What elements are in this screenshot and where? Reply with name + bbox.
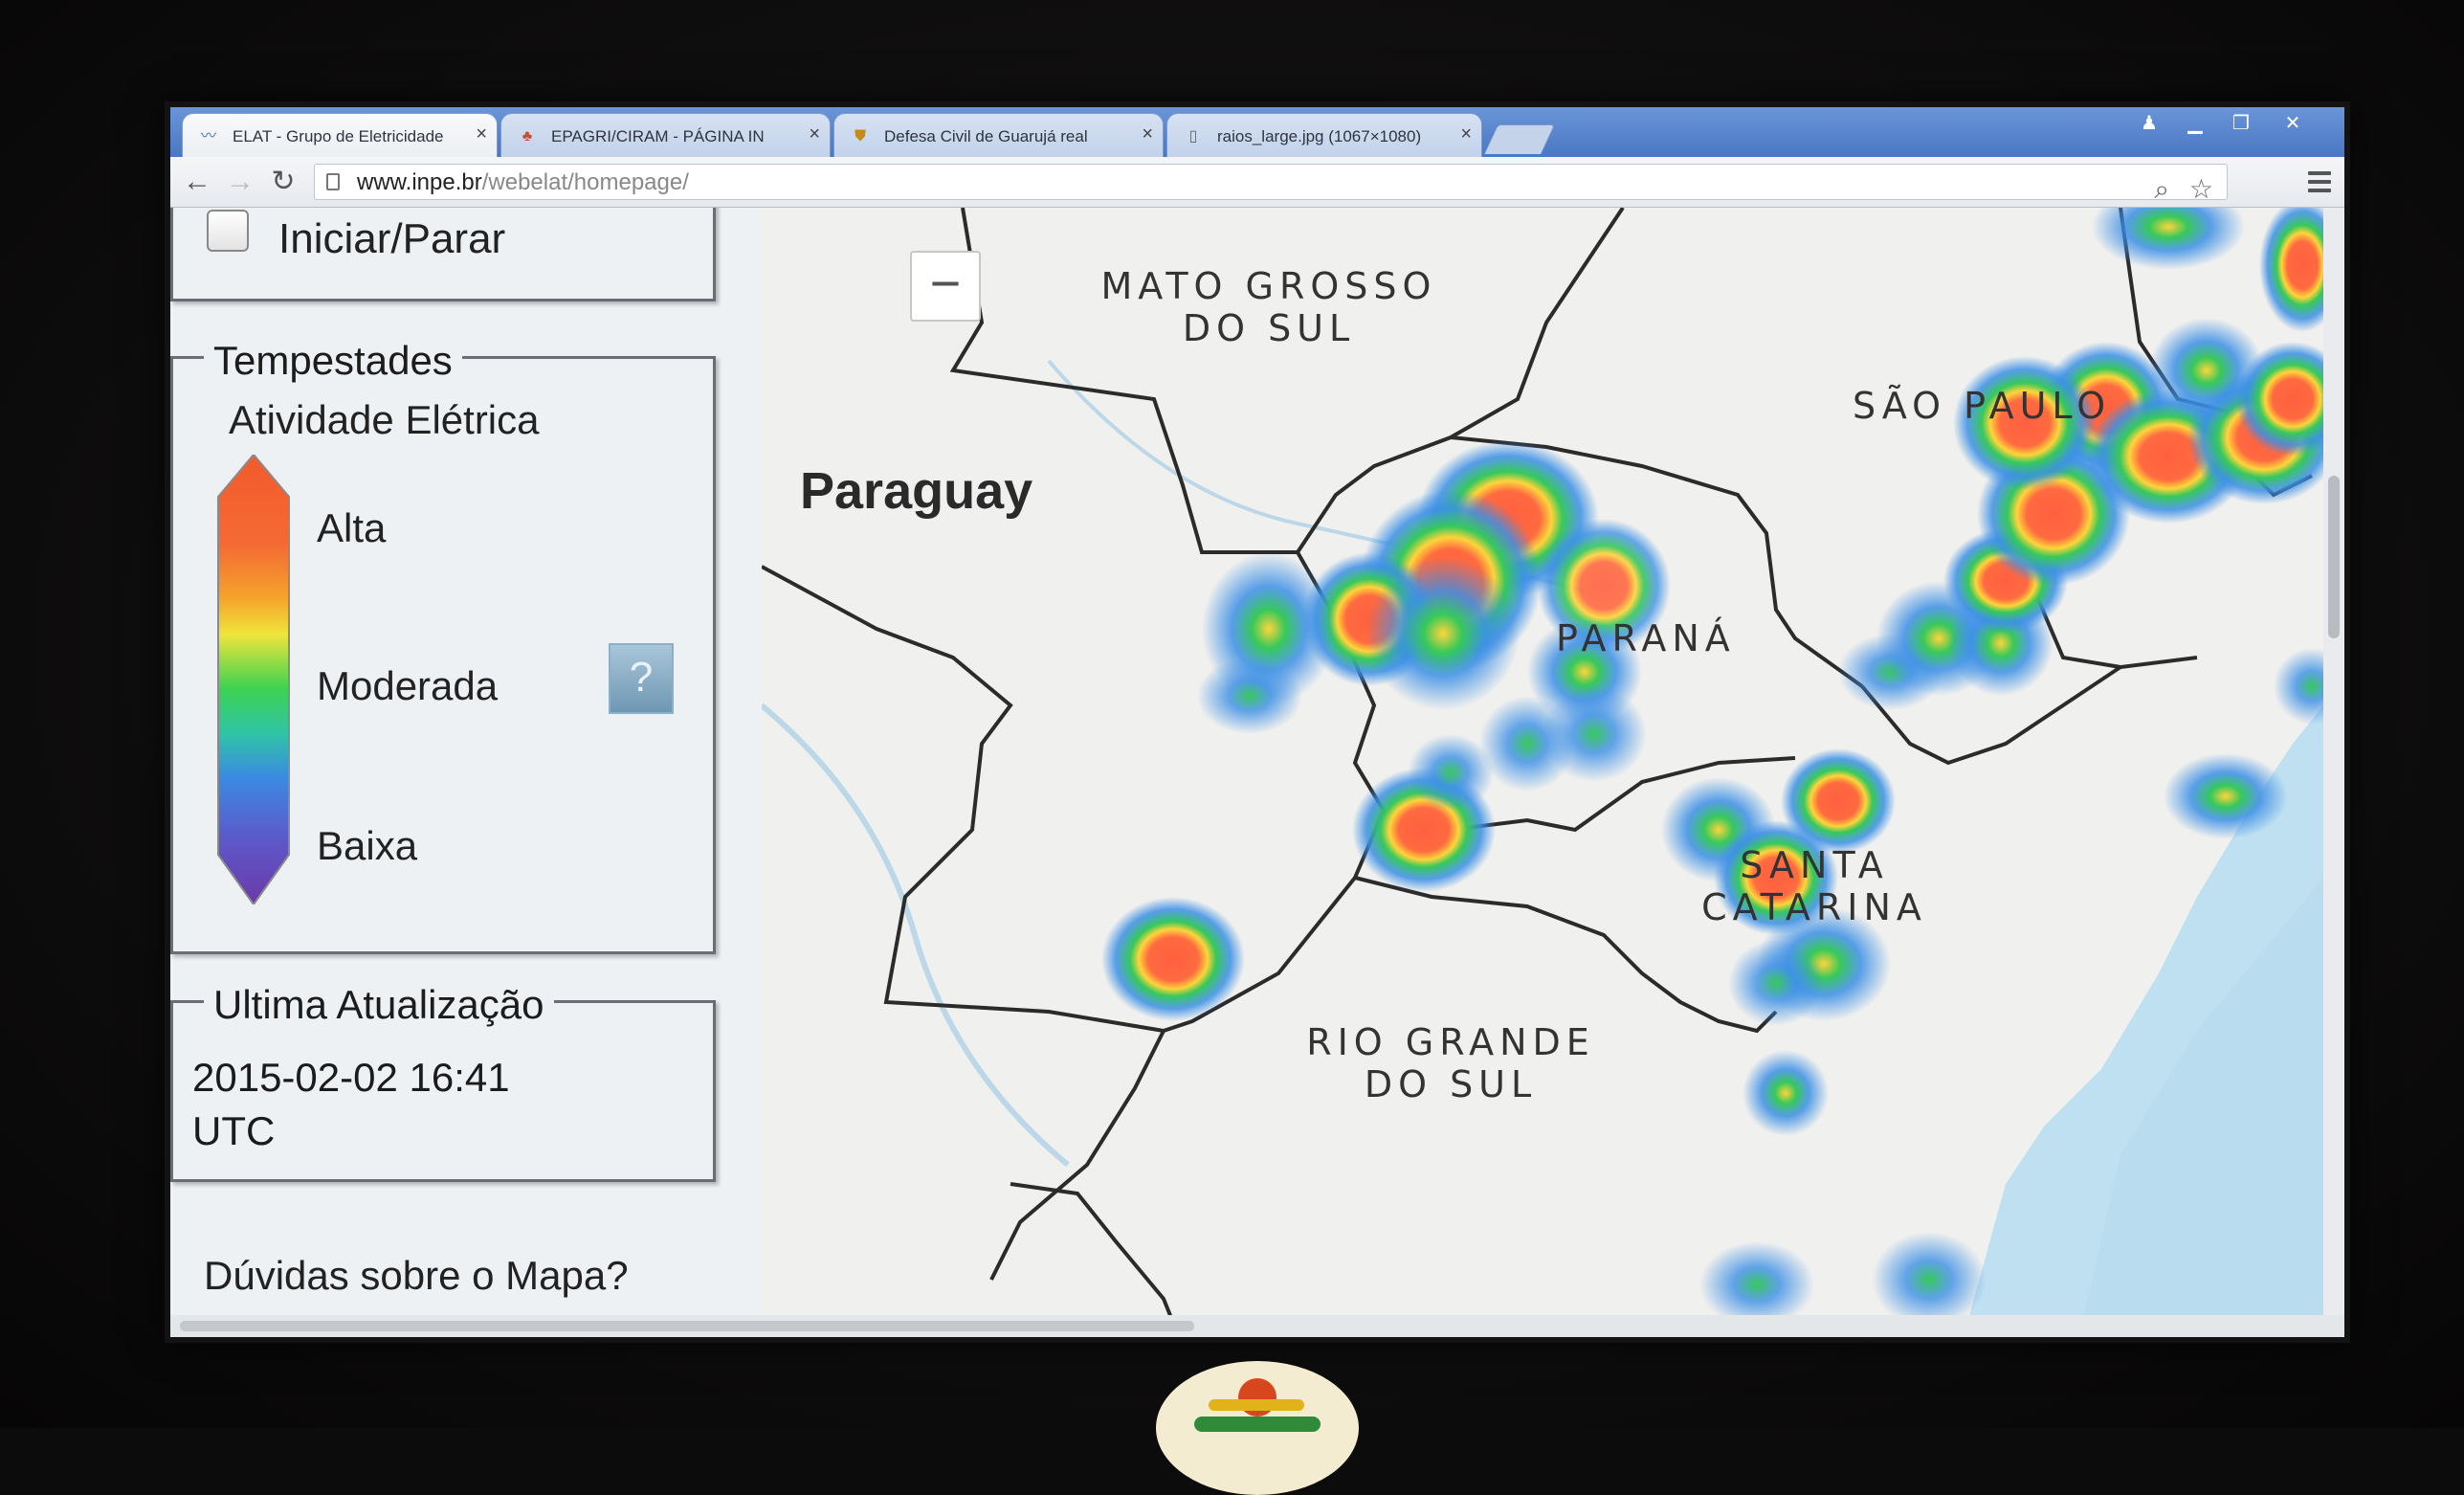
last-update-panel: Ultima Atualização 2015-02-02 16:41 UTC (170, 982, 716, 1182)
map-label-line: MATO GROSSO (1100, 265, 1437, 307)
help-question-button[interactable]: ? (609, 643, 674, 714)
tab-raios-image[interactable]: ▯ raios_large.jpg (1067×1080) × (1166, 113, 1482, 157)
menu-hamburger-icon[interactable] (2304, 167, 2335, 197)
map-canvas (762, 208, 2323, 1323)
tab-epagri[interactable]: ♣ EPAGRI/CIRAM - PÁGINA IN × (500, 113, 831, 157)
map-label-line: DO SUL (1364, 1063, 1538, 1105)
horizontal-scroll-thumb[interactable] (180, 1321, 1194, 1331)
new-tab-button[interactable] (1483, 124, 1556, 154)
emblem-sun-shape (1238, 1378, 1276, 1417)
browser-window: 〰 ELAT - Grupo de Eletricidade × ♣ EPAGR… (170, 107, 2344, 1337)
bookmark-star-icon[interactable]: ☆ (2189, 172, 2213, 207)
map-label-santa-catarina: SANTA CATARINA (1671, 844, 1958, 928)
storms-legend-panel: Tempestades Atividade Elétrica Alta Mode… (170, 338, 716, 954)
last-update-date: 2015-02-02 16:41 (192, 1055, 510, 1100)
tab-label: ELAT - Grupo de Eletricidade (233, 127, 444, 145)
close-tab-icon[interactable]: × (809, 123, 820, 145)
map-label-line: RIO GRANDE (1306, 1021, 1595, 1063)
map-label-mato-grosso-do-sul: MATO GROSSO DO SUL (1049, 265, 1489, 349)
back-arrow-icon[interactable]: ← (180, 165, 214, 199)
document-favicon-icon: ▯ (1188, 128, 1198, 145)
last-update-title: Ultima Atualização (204, 982, 554, 1028)
lightning-heat-map[interactable]: − MATO GROSSO DO SUL Paraguay SÃO PAULO … (762, 208, 2323, 1323)
url-host: www.inpe.br (357, 169, 482, 195)
tab-label: raios_large.jpg (1067×1080) (1217, 127, 1422, 145)
zoom-out-button[interactable]: − (910, 251, 981, 322)
emblem-band-shape (1209, 1399, 1304, 1411)
forward-arrow-icon[interactable]: → (223, 165, 257, 199)
horizontal-scrollbar[interactable] (170, 1315, 2344, 1337)
close-window-icon[interactable]: ✕ (2275, 111, 2310, 136)
user-icon[interactable]: ♟ (2132, 111, 2166, 136)
sidebar-panel: Iniciar/Parar Tempestades Atividade Elét… (170, 208, 764, 1323)
vertical-scroll-thumb[interactable] (2328, 476, 2340, 638)
scale-label-high: Alta (317, 505, 387, 550)
reload-icon[interactable]: ↻ (266, 165, 300, 199)
shield-favicon-icon: ⛊ (854, 128, 866, 145)
intensity-color-scale (217, 455, 290, 904)
scale-label-moderate: Moderada (317, 663, 499, 708)
tab-defesa-civil[interactable]: ⛊ Defesa Civil de Guarujá real × (833, 113, 1164, 157)
map-label-sao-paulo: SÃO PAULO (1853, 385, 2112, 427)
page-content: Iniciar/Parar Tempestades Atividade Elét… (170, 208, 2323, 1323)
vertical-scrollbar[interactable] (2323, 208, 2344, 1323)
monitor-emblem-logo (1156, 1361, 1359, 1495)
last-update-timezone: UTC (192, 1108, 276, 1153)
epagri-favicon-icon: ♣ (522, 128, 533, 145)
close-tab-icon[interactable]: × (1460, 123, 1472, 145)
map-label-parana: PARANÁ (1556, 617, 1736, 659)
map-label-rio-grande-do-sul: RIO GRANDE DO SUL (1278, 1021, 1623, 1105)
zoom-magnifier-icon[interactable]: ⌕ (2154, 172, 2169, 207)
close-tab-icon[interactable]: × (1142, 123, 1153, 145)
browser-toolbar: ← → ↻ www.inpe.br/webelat/homepage/ ⌕ ☆ (170, 157, 2344, 208)
minimize-icon[interactable]: ▁ (2178, 111, 2212, 136)
map-help-link[interactable]: Dúvidas sobre o Mapa? (204, 1253, 629, 1299)
scale-label-low: Baixa (317, 823, 418, 868)
address-bar[interactable]: www.inpe.br/webelat/homepage/ ⌕ ☆ (314, 164, 2228, 204)
tab-label: EPAGRI/CIRAM - PÁGINA IN (551, 127, 765, 145)
map-label-paraguay: Paraguay (800, 462, 1033, 520)
url-path: /webelat/homepage/ (481, 169, 689, 195)
page-icon (326, 173, 340, 190)
tab-strip: 〰 ELAT - Grupo de Eletricidade × ♣ EPAGR… (170, 107, 2344, 157)
map-label-line: CATARINA (1701, 886, 1927, 928)
start-stop-label: Iniciar/Parar (278, 215, 506, 262)
tab-elat[interactable]: 〰 ELAT - Grupo de Eletricidade × (182, 113, 498, 157)
map-label-line: DO SUL (1182, 307, 1356, 349)
bird-favicon-icon: 〰 (200, 128, 216, 145)
emblem-leaf-shape (1194, 1417, 1321, 1432)
last-update-value: 2015-02-02 16:41 UTC (192, 1051, 510, 1158)
storms-legend-title: Tempestades (204, 338, 462, 384)
restore-icon[interactable]: ❐ (2224, 111, 2258, 136)
map-label-line: SANTA (1740, 844, 1889, 886)
start-stop-checkbox[interactable] (207, 210, 249, 252)
river (762, 703, 1070, 1168)
start-stop-panel: Iniciar/Parar (170, 208, 716, 301)
electric-activity-subtitle: Atividade Elétrica (229, 397, 540, 442)
tab-label: Defesa Civil de Guarujá real (884, 127, 1088, 145)
close-tab-icon[interactable]: × (476, 123, 487, 145)
